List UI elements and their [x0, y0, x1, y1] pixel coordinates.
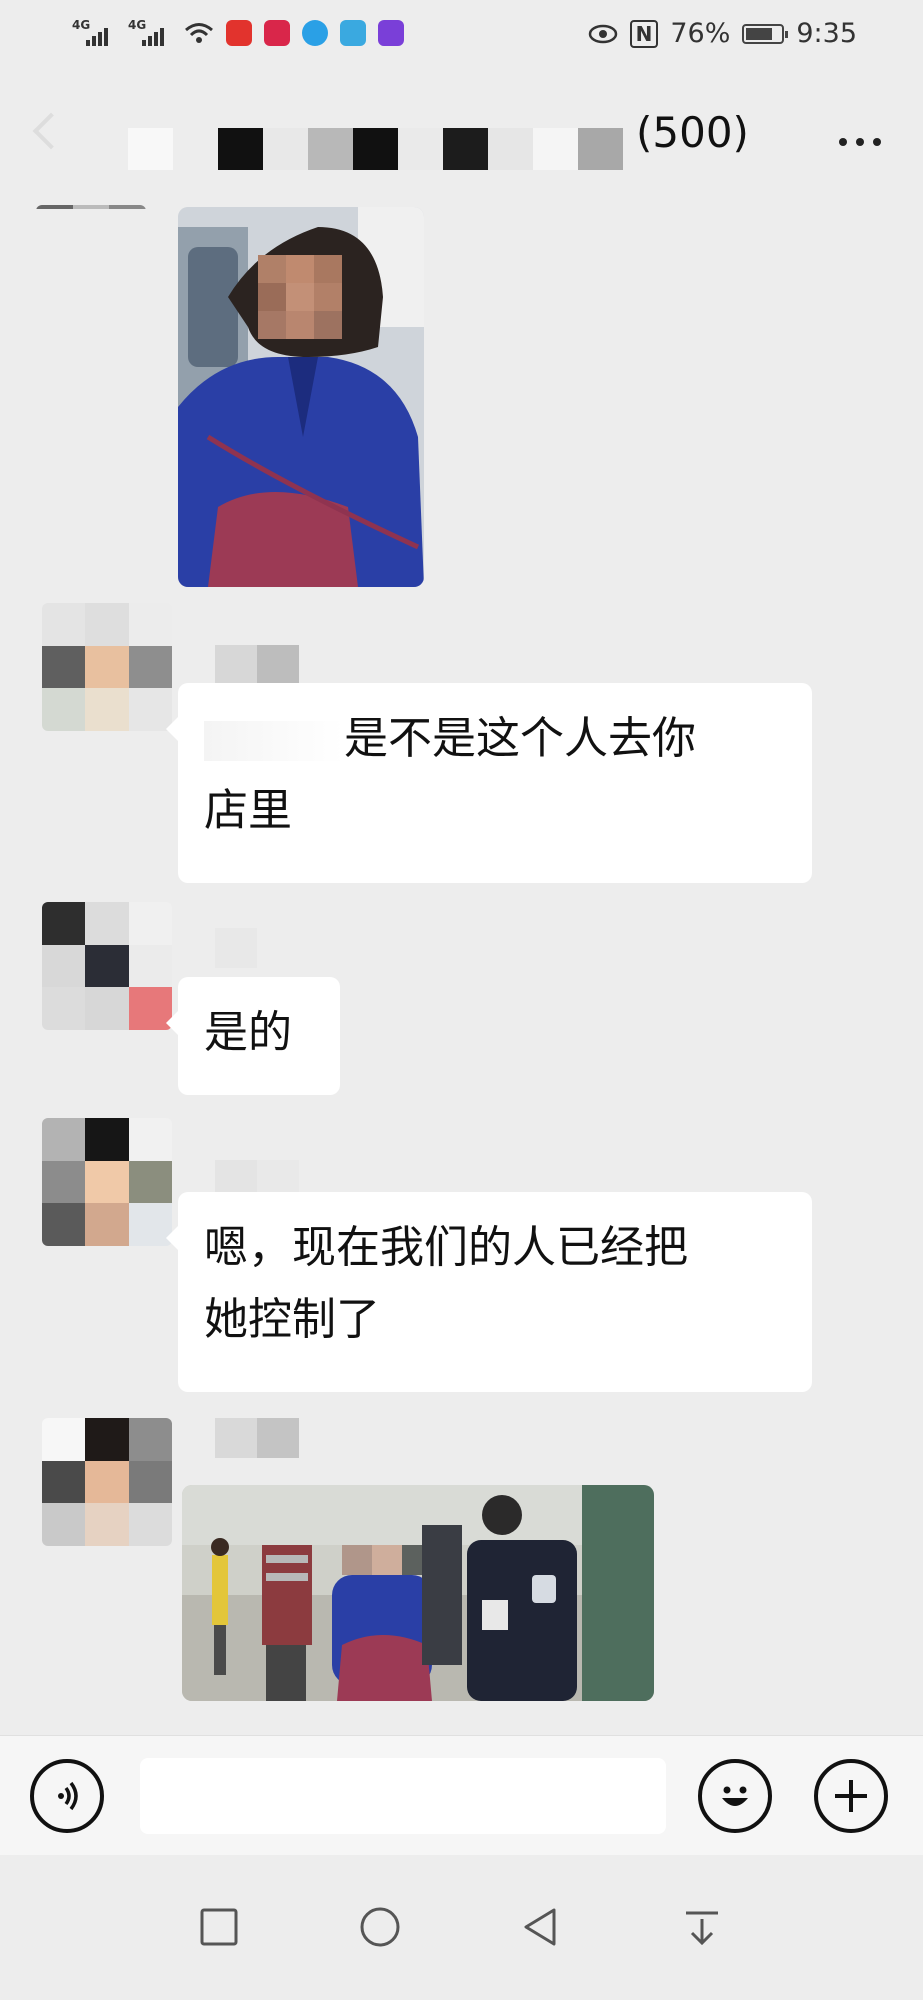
pull-down-icon [686, 1911, 718, 1946]
circle-icon [360, 1907, 400, 1947]
avatar-partial[interactable] [36, 205, 146, 217]
battery-percent: 76% [670, 18, 731, 49]
triangle-back-icon [524, 1908, 556, 1946]
emoji-button[interactable] [698, 1759, 772, 1833]
wifi-icon [185, 23, 213, 43]
recents-button[interactable] [195, 1903, 243, 1951]
message-image[interactable] [182, 1485, 654, 1701]
message-input[interactable] [140, 1758, 666, 1834]
avatar[interactable] [42, 603, 172, 731]
avatar[interactable] [42, 902, 172, 1030]
back-chevron-icon[interactable] [32, 112, 70, 150]
battery-icon [742, 23, 789, 44]
member-count: (500) [636, 108, 749, 157]
sender-name-redacted [215, 645, 299, 685]
message-image[interactable] [178, 207, 424, 587]
telegram-icon [340, 20, 366, 46]
avatar[interactable] [42, 1418, 172, 1546]
plus-icon [835, 1780, 867, 1812]
input-bar [0, 1735, 923, 1856]
avatar[interactable] [42, 1118, 172, 1246]
message-bubble[interactable]: 是的 [166, 977, 340, 1095]
add-attachment-button[interactable] [814, 1759, 888, 1833]
message-text: 是不是这个人去你 [344, 713, 696, 764]
voice-icon [58, 1781, 78, 1811]
group-name-redacted [128, 128, 623, 170]
back-button[interactable] [516, 1903, 564, 1951]
message-line: 是不是这个人去你 [204, 703, 786, 775]
sender-name-redacted [215, 928, 257, 968]
police-photo [182, 1485, 654, 1701]
message-bubble[interactable]: 嗯，现在我们的人已经把 她控制了 [166, 1192, 812, 1392]
message-text: 她控制了 [204, 1294, 380, 1345]
redacted-text [204, 721, 344, 761]
clock: 9:35 [796, 18, 857, 49]
chat-header: (500) [0, 70, 923, 210]
system-nav-bar [0, 1855, 923, 2000]
app-notification-icon-red [226, 20, 252, 46]
signal-2-icon: 4G [128, 18, 172, 48]
eye-comfort-icon [588, 24, 617, 43]
app-notification-icon-blue [302, 20, 328, 46]
notification-pull-button[interactable] [678, 1903, 726, 1951]
message-text: 店里 [204, 785, 292, 836]
square-icon [200, 1908, 238, 1946]
message-text: 嗯，现在我们的人已经把 [204, 1222, 688, 1273]
smiley-icon [722, 1786, 748, 1806]
message-bubble[interactable]: 是不是这个人去你 店里 [166, 683, 812, 883]
signal-1-icon: 4G [72, 18, 116, 48]
home-button[interactable] [356, 1903, 404, 1951]
app-notification-icon-pink [264, 20, 290, 46]
nfc-icon: N [629, 19, 659, 48]
status-left: 4G 4G [72, 18, 404, 48]
status-right: N 76% 9:35 [588, 18, 857, 49]
voice-input-button[interactable] [30, 1759, 104, 1833]
status-bar: 4G 4G N 76% 9:35 [0, 0, 923, 70]
app-notification-icon-purple [378, 20, 404, 46]
woman-on-bus-photo [178, 207, 424, 587]
more-options-icon[interactable] [839, 138, 881, 146]
sender-name-redacted [215, 1418, 299, 1458]
message-text: 是的 [204, 1007, 292, 1058]
